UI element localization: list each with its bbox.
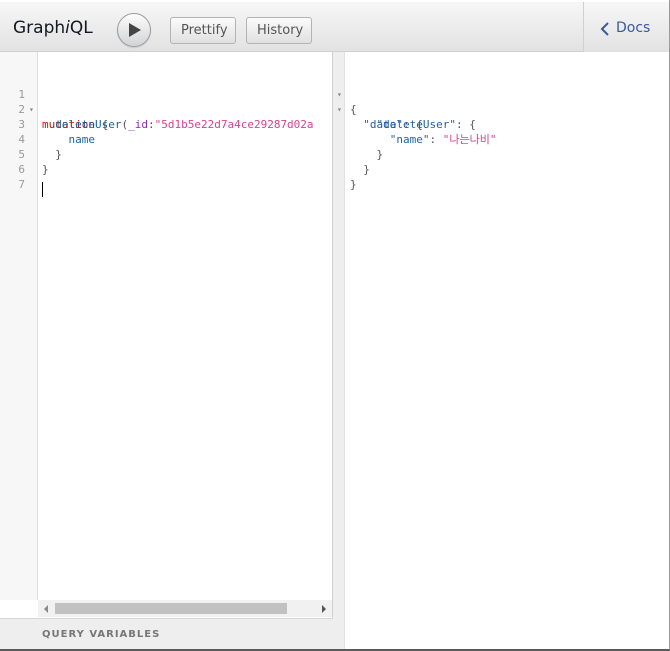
line-text: }: [350, 178, 357, 191]
fold-arrow-icon[interactable]: ▾: [337, 102, 342, 117]
pane-divider[interactable]: [333, 52, 345, 649]
result-viewer: ▾ { ▾ "data": { "deleteUser": { "name": …: [337, 52, 669, 649]
horizontal-scrollbar[interactable]: [38, 600, 332, 617]
result-line: ▾ {: [337, 72, 398, 116]
query-code[interactable]: 1 ▾ mutation { 2 deleteUser(_id:"5d1b5e2…: [0, 72, 333, 197]
result-line: "name": "나는나비": [345, 117, 497, 146]
docs-label: Docs: [616, 20, 651, 36]
result-line: }: [345, 147, 398, 176]
code-line: 3 name: [0, 102, 333, 146]
result-line: }: [345, 162, 398, 191]
toolbar: GraphiQL Prettify History: [0, 2, 669, 52]
app-title: GraphiQL: [13, 18, 93, 38]
result-line: "deleteUser": {: [345, 102, 476, 131]
result-line: }: [345, 132, 398, 161]
play-icon: [129, 23, 141, 37]
scroll-right-icon[interactable]: [322, 605, 326, 613]
code-line: 6: [0, 147, 333, 176]
code-line: 5 }: [0, 132, 333, 176]
code-line: 2 deleteUser(_id:"5d1b5e22d7a4ce29287d02…: [0, 87, 333, 131]
docs-button[interactable]: Docs: [583, 2, 669, 52]
prettify-button[interactable]: Prettify: [170, 17, 236, 44]
graphiql-window: GraphiQL Prettify History Docs 1 ▾ mutat…: [0, 0, 670, 651]
chevron-left-icon: [600, 22, 609, 36]
json-string-value: "나는나비": [442, 133, 497, 146]
scrollbar-thumb[interactable]: [55, 603, 287, 614]
code-line: 4 }: [0, 117, 333, 161]
text-cursor: [42, 182, 43, 197]
json-punct: : {: [455, 118, 476, 131]
result-code: ▾ { ▾ "data": { "deleteUser": { "name": …: [337, 72, 497, 191]
query-variables-bar[interactable]: QUERY VARIABLES: [0, 618, 333, 649]
title-prefix: Graph: [13, 18, 66, 38]
query-variables-label: QUERY VARIABLES: [42, 629, 161, 640]
result-line: ▾ "data": {: [337, 87, 423, 131]
code-line: 7: [0, 162, 333, 191]
execute-query-button[interactable]: [117, 13, 151, 47]
scroll-left-icon[interactable]: [44, 605, 48, 613]
json-punct: :: [429, 133, 443, 146]
history-button[interactable]: History: [246, 17, 312, 44]
line-number: 7: [18, 178, 25, 191]
query-editor[interactable]: 1 ▾ mutation { 2 deleteUser(_id:"5d1b5e2…: [0, 52, 333, 649]
fold-arrow-icon[interactable]: ▾: [337, 87, 342, 102]
code-line: 1 ▾ mutation {: [0, 72, 333, 131]
title-suffix: QL: [69, 18, 93, 38]
